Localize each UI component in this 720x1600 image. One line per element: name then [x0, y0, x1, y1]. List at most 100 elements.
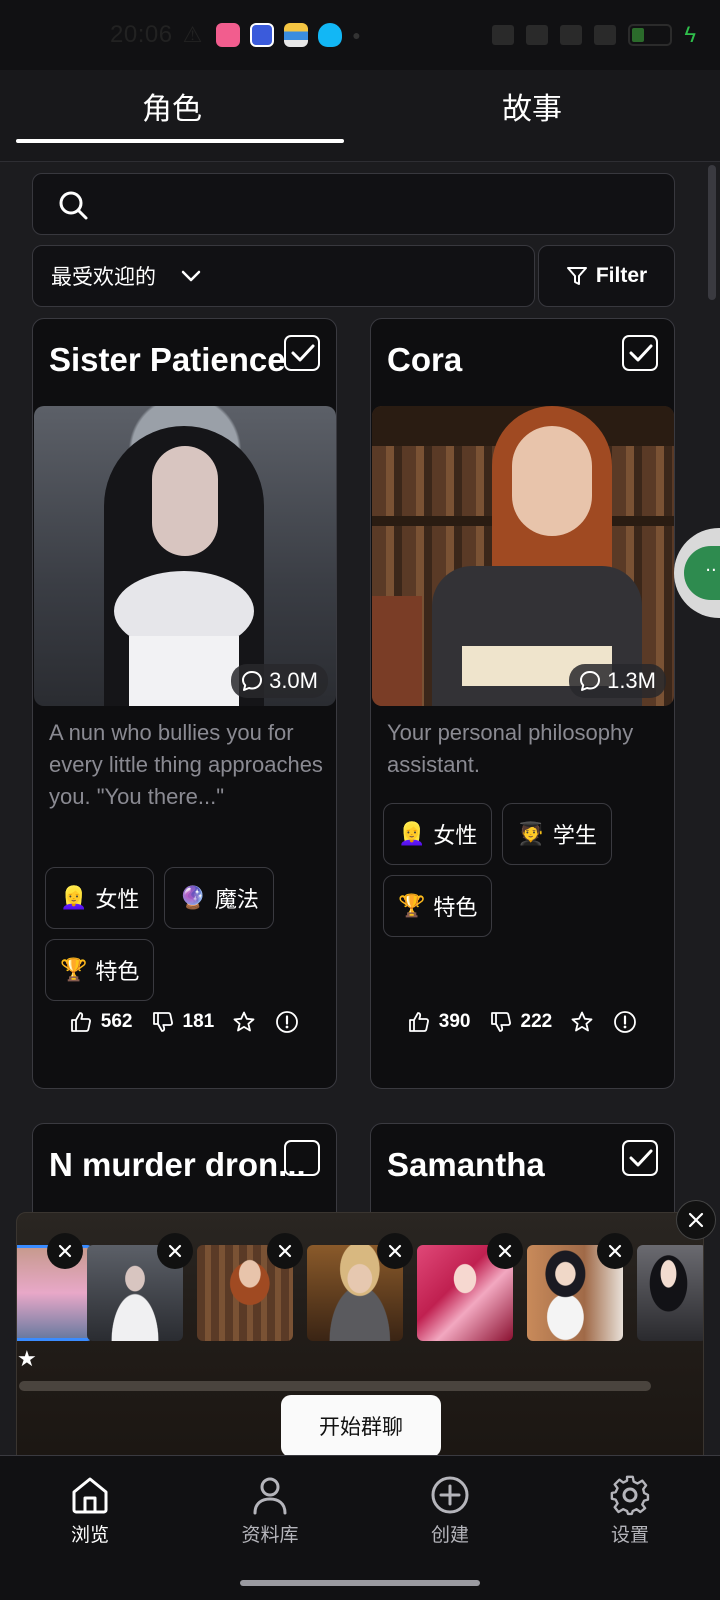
thumbs-up-icon [70, 1012, 91, 1032]
remove-thumb-button[interactable] [487, 1233, 523, 1269]
nav-create[interactable]: 创建 [390, 1474, 510, 1547]
trophy-icon: 🏆 [60, 957, 88, 983]
chat-bubble-icon [242, 671, 263, 691]
dislike-button[interactable]: 181 [151, 1010, 214, 1034]
notification-icons: ● [216, 23, 361, 47]
search-icon [59, 191, 88, 220]
card-stats: 390 222 [371, 1009, 674, 1035]
filter-icon [566, 267, 587, 285]
remove-thumb-button[interactable] [47, 1233, 83, 1269]
nfc-icon [492, 25, 515, 45]
qq-icon [318, 23, 343, 47]
filter-label: Filter [595, 264, 648, 287]
select-checkbox[interactable] [622, 335, 658, 371]
floating-bubble-label: ·· [684, 546, 720, 600]
bilibili-icon [216, 23, 241, 47]
report-icon[interactable] [274, 1009, 300, 1035]
select-checkbox[interactable] [284, 335, 320, 371]
close-icon [58, 1244, 72, 1258]
character-description: A nun who bullies you for every little t… [49, 720, 323, 809]
character-card[interactable]: Cora 1.3M Your personal philosophy assis… [370, 318, 675, 1089]
character-card[interactable]: Sister Patience 3.0M A nun who bullies y… [32, 318, 337, 1089]
woman-emoji-icon: 👱‍♀️ [60, 885, 88, 911]
report-icon[interactable] [612, 1009, 638, 1035]
character-name: Sister Patience [49, 341, 286, 378]
close-icon [388, 1244, 402, 1258]
woman-emoji-icon: 👱‍♀️ [398, 821, 426, 847]
charging-icon: ϟ [684, 22, 696, 47]
signal-icon [594, 25, 617, 45]
star-icon[interactable] [570, 1010, 594, 1034]
close-icon [498, 1244, 512, 1258]
home-indicator[interactable] [240, 1580, 480, 1586]
status-time: 20:06 [110, 21, 173, 48]
gear-icon [610, 1475, 650, 1516]
character-image: 3.0M [34, 406, 336, 706]
thumbs-down-icon [490, 1012, 511, 1032]
character-description: Your personal philosophy assistant. [387, 720, 634, 777]
tag-featured[interactable]: 🏆 特色 [45, 939, 155, 1001]
star-icon[interactable] [232, 1010, 256, 1034]
like-button[interactable]: 390 [407, 1010, 471, 1034]
nav-library[interactable]: 资料库 [210, 1474, 330, 1547]
sort-label: 最受欢迎的 [51, 265, 156, 289]
tag-featured[interactable]: 🏆 特色 [383, 875, 493, 937]
chevron-down-icon [181, 270, 201, 282]
close-icon [608, 1244, 622, 1258]
chat-count: 1.3M [569, 664, 666, 698]
card-stats: 562 181 [33, 1009, 336, 1035]
tab-stories[interactable]: 故事 [344, 70, 720, 161]
like-button[interactable]: 562 [69, 1010, 133, 1034]
tag-list: 👱‍♀️ 女性 🔮 魔法 🏆 特色 [45, 867, 330, 1001]
check-icon [291, 344, 315, 362]
thumbs-up-icon [408, 1012, 429, 1032]
chat-count: 3.0M [231, 664, 328, 698]
page-scrollbar[interactable] [708, 165, 716, 300]
nav-settings[interactable]: 设置 [570, 1474, 690, 1547]
check-icon [629, 344, 653, 362]
student-emoji-icon: 🧑‍🎓 [517, 821, 545, 847]
close-tray-button[interactable] [676, 1200, 716, 1240]
tag-list: 👱‍♀️ 女性 🧑‍🎓 学生 🏆 特色 [383, 803, 668, 937]
tag-student[interactable]: 🧑‍🎓 学生 [502, 803, 612, 865]
remove-thumb-button[interactable] [267, 1233, 303, 1269]
close-icon [278, 1244, 292, 1258]
tray-scrollbar[interactable] [19, 1381, 651, 1391]
character-image: 1.3M [372, 406, 674, 706]
character-name: Samantha [387, 1146, 545, 1183]
tag-female[interactable]: 👱‍♀️ 女性 [383, 803, 493, 865]
select-checkbox[interactable] [622, 1140, 658, 1176]
remove-thumb-button[interactable] [597, 1233, 633, 1269]
filter-button[interactable]: Filter [538, 245, 675, 307]
favorite-star-icon: ★ [17, 1347, 37, 1372]
remove-thumb-button[interactable] [377, 1233, 413, 1269]
thumb-dark-anime[interactable] [637, 1245, 703, 1341]
wallet-icon [284, 23, 309, 47]
group-chat-tray: ★ 开始群聊 [16, 1212, 704, 1472]
remove-thumb-button[interactable] [157, 1233, 193, 1269]
select-checkbox[interactable] [284, 1140, 320, 1176]
plus-circle-icon [431, 1476, 469, 1514]
home-icon [72, 1477, 108, 1514]
trophy-icon: 🏆 [398, 893, 426, 919]
search-input[interactable] [32, 173, 675, 235]
nav-browse[interactable]: 浏览 [30, 1474, 150, 1547]
status-bar: 20:06 ⚠ ● ϟ [0, 0, 720, 70]
warning-icon: ⚠ [182, 22, 203, 47]
battery-icon [628, 24, 673, 46]
sort-dropdown[interactable]: 最受欢迎的 [32, 245, 535, 307]
dislike-button[interactable]: 222 [489, 1010, 552, 1034]
tieba-icon [250, 23, 275, 47]
close-icon [168, 1244, 182, 1258]
bottom-navigation: 浏览 资料库 创建 设置 [0, 1455, 720, 1600]
more-dot-icon: ● [352, 27, 361, 43]
check-icon [629, 1149, 653, 1167]
floating-assistant-bubble[interactable]: ·· [674, 528, 720, 618]
tag-magic[interactable]: 🔮 魔法 [164, 867, 274, 929]
top-tabs: 角色 故事 [0, 70, 720, 162]
character-name: N murder dron... [49, 1146, 306, 1183]
start-group-chat-button[interactable]: 开始群聊 [281, 1395, 441, 1457]
tab-characters[interactable]: 角色 [0, 70, 344, 161]
tag-female[interactable]: 👱‍♀️ 女性 [45, 867, 155, 929]
wifi-icon [560, 25, 583, 45]
